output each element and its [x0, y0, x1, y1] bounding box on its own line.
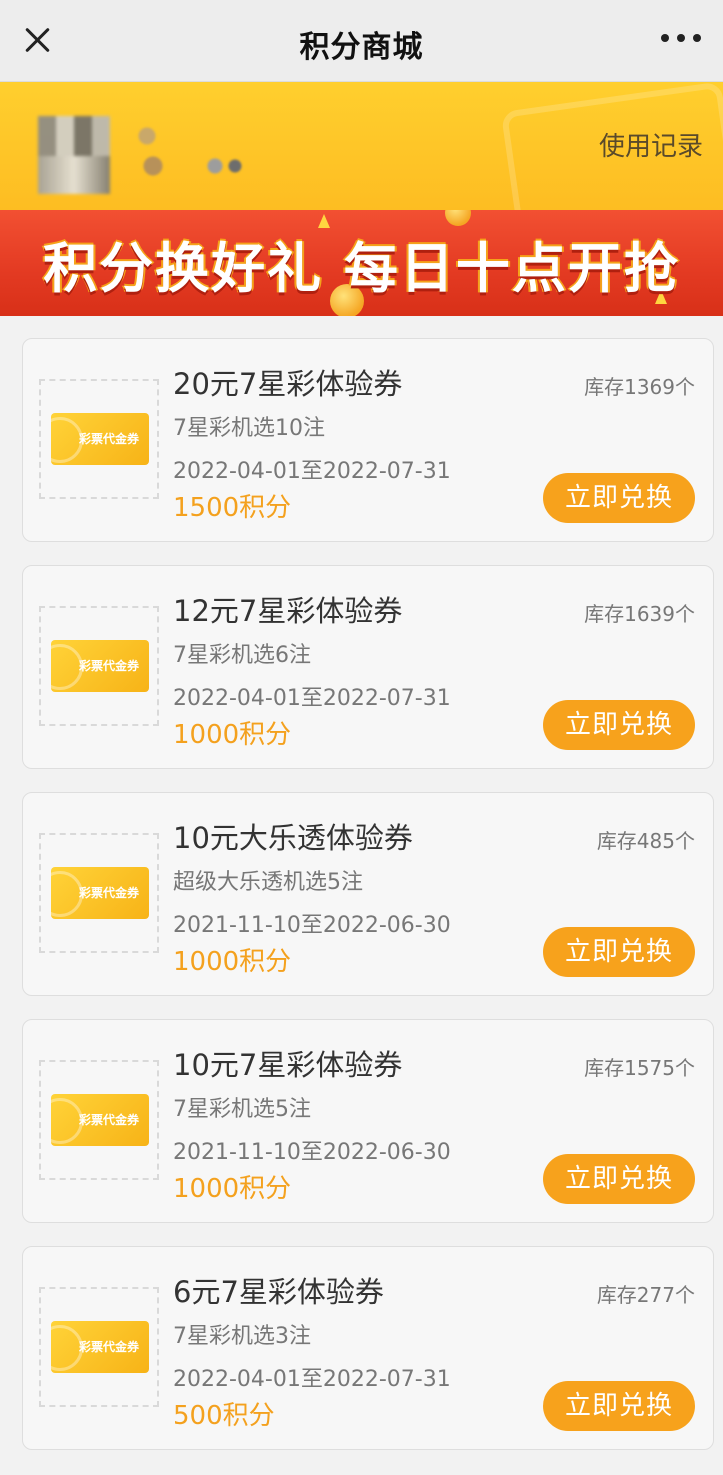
usage-record-link[interactable]: 使用记录: [599, 126, 703, 163]
voucher-image: 彩票代金券: [51, 640, 149, 692]
username-blurred: [135, 122, 245, 182]
stock-count: 库存1639个: [584, 602, 695, 626]
validity-period: 2022-04-01至2022-07-31: [173, 459, 451, 484]
validity-period: 2022-04-01至2022-07-31: [173, 1367, 451, 1392]
product-card: 彩票代金券 10元大乐透体验券 库存485个 超级大乐透机选5注 2021-11…: [22, 792, 714, 996]
product-title: 10元7星彩体验券: [173, 1048, 403, 1082]
product-description: 7星彩机选6注: [173, 643, 311, 668]
redeem-button[interactable]: 立即兑换: [543, 927, 695, 977]
validity-period: 2021-11-10至2022-06-30: [173, 913, 451, 938]
voucher-image: 彩票代金券: [51, 1321, 149, 1373]
redeem-button[interactable]: 立即兑换: [543, 1154, 695, 1204]
product-title: 6元7星彩体验券: [173, 1275, 384, 1309]
voucher-image: 彩票代金券: [51, 413, 149, 465]
points-price: 1000积分: [173, 1174, 292, 1204]
redeem-button[interactable]: 立即兑换: [543, 700, 695, 750]
voucher-label: 彩票代金券: [79, 1113, 140, 1127]
product-description: 7星彩机选5注: [173, 1097, 311, 1122]
voucher-label: 彩票代金券: [79, 432, 140, 446]
validity-period: 2021-11-10至2022-06-30: [173, 1140, 451, 1165]
product-title: 10元大乐透体验券: [173, 821, 413, 855]
product-thumbnail: 彩票代金券: [39, 833, 159, 953]
voucher-label: 彩票代金券: [79, 886, 140, 900]
promo-banner: 积分换好礼 每日十点开抢: [0, 210, 723, 316]
top-bar: 积分商城: [0, 0, 723, 82]
product-thumbnail: 彩票代金券: [39, 1287, 159, 1407]
product-thumbnail: 彩票代金券: [39, 606, 159, 726]
stock-count: 库存485个: [596, 829, 695, 853]
voucher-image: 彩票代金券: [51, 867, 149, 919]
avatar: [38, 116, 110, 194]
user-header: 使用记录: [0, 82, 723, 210]
product-description: 7星彩机选10注: [173, 416, 325, 441]
validity-period: 2022-04-01至2022-07-31: [173, 686, 451, 711]
points-price: 1000积分: [173, 947, 292, 977]
redeem-button[interactable]: 立即兑换: [543, 1381, 695, 1431]
voucher-label: 彩票代金券: [79, 1340, 140, 1354]
points-price: 1000积分: [173, 720, 292, 750]
product-description: 7星彩机选3注: [173, 1324, 311, 1349]
page-title: 积分商城: [299, 30, 424, 65]
product-thumbnail: 彩票代金券: [39, 379, 159, 499]
redeem-button[interactable]: 立即兑换: [543, 473, 695, 523]
banner-text: 积分换好礼 每日十点开抢: [43, 237, 680, 300]
voucher-image: 彩票代金券: [51, 1094, 149, 1146]
stock-count: 库存1575个: [584, 1056, 695, 1080]
product-card: 彩票代金券 20元7星彩体验券 库存1369个 7星彩机选10注 2022-04…: [22, 338, 714, 542]
product-title: 12元7星彩体验券: [173, 594, 403, 628]
stock-count: 库存277个: [596, 1283, 695, 1307]
product-description: 超级大乐透机选5注: [173, 870, 363, 895]
product-list: 彩票代金券 20元7星彩体验券 库存1369个 7星彩机选10注 2022-04…: [22, 338, 714, 1473]
product-thumbnail: 彩票代金券: [39, 1060, 159, 1180]
more-icon[interactable]: [661, 34, 701, 46]
points-price: 1500积分: [173, 493, 292, 523]
points-price: 500积分: [173, 1401, 275, 1431]
product-card: 彩票代金券 12元7星彩体验券 库存1639个 7星彩机选6注 2022-04-…: [22, 565, 714, 769]
product-card: 彩票代金券 6元7星彩体验券 库存277个 7星彩机选3注 2022-04-01…: [22, 1246, 714, 1450]
product-card: 彩票代金券 10元7星彩体验券 库存1575个 7星彩机选5注 2021-11-…: [22, 1019, 714, 1223]
stock-count: 库存1369个: [584, 375, 695, 399]
voucher-label: 彩票代金券: [79, 659, 140, 673]
product-title: 20元7星彩体验券: [173, 367, 403, 401]
